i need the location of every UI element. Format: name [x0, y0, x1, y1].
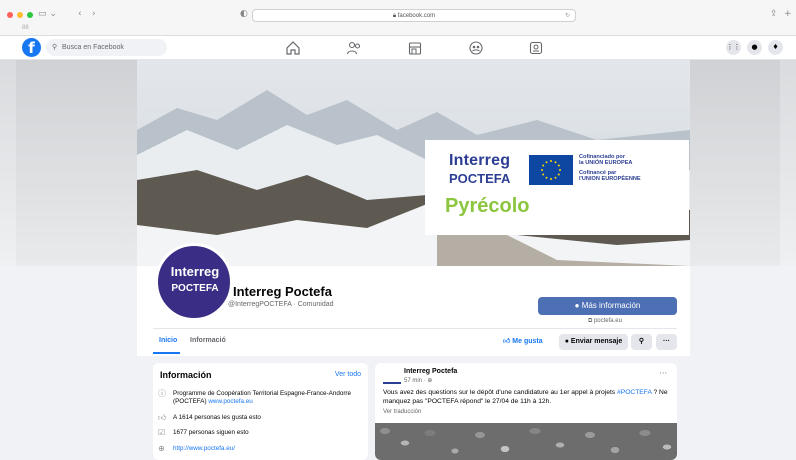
followers-count: 1677 personas siguen esto — [173, 429, 249, 436]
page-handle: @InterregPOCTEFA · Comunidad — [228, 301, 334, 308]
search-icon: ⚲ — [638, 338, 645, 345]
post-options-icon[interactable]: ··· — [659, 369, 667, 378]
gaming-icon[interactable] — [528, 40, 544, 56]
like-label: Me gusta — [512, 338, 543, 345]
tab-label: 88 — [22, 25, 29, 31]
likes-count: A 1614 personas les gusta esto — [173, 414, 261, 421]
privacy-shield-icon[interactable]: ◐ — [240, 9, 248, 19]
back-icon[interactable]: ‹ — [78, 9, 82, 19]
search-page-button[interactable]: ⚲ — [631, 334, 652, 350]
active-tab-indicator — [153, 352, 180, 354]
forward-icon[interactable]: › — [92, 9, 96, 19]
more-info-label: Más información — [581, 301, 641, 310]
interreg-banner: Interreg POCTEFA Cofinanciado por la UNI… — [425, 140, 689, 235]
thumbs-up-icon: 👍︎ — [503, 338, 511, 345]
cover-area: Interreg POCTEFA Cofinanciado por la UNI… — [0, 60, 796, 266]
avatar-text-poctefa: POCTEFA — [171, 283, 219, 294]
header-divider — [153, 328, 677, 329]
like-page-button[interactable]: 👍︎ Me gusta — [499, 334, 556, 350]
follow-check-icon: ☑ — [158, 428, 166, 437]
information-title: Información — [160, 370, 212, 380]
website-label: poctefa.eu — [593, 318, 622, 324]
tab-inicio[interactable]: Inicio — [159, 337, 177, 344]
grid-menu-icon[interactable]: ⋮⋮ — [726, 40, 741, 55]
post-timestamp[interactable]: 57 min · ⊕ — [404, 377, 432, 384]
window-controls — [7, 12, 33, 18]
post-author[interactable]: Interreg Poctefa — [404, 368, 457, 375]
new-tab-icon[interactable]: + — [784, 9, 792, 19]
search-input[interactable]: ⚲ Busca en Facebook — [46, 39, 167, 56]
bell-icon[interactable]: ♦ — [768, 40, 783, 55]
address-bar[interactable]: 🔒︎ facebook.com ↻ — [252, 9, 576, 22]
post-card: Interreg Poctefa 57 min · ⊕ ··· Vous ave… — [375, 363, 677, 460]
globe-icon: ⊕ — [427, 378, 433, 384]
thumbs-up-icon: 👍︎ — [158, 413, 167, 422]
friends-icon[interactable] — [346, 40, 362, 56]
eu-flag-icon — [529, 155, 573, 185]
eu-cofinance-fr-2: l'UNION EUROPÉENNE — [579, 176, 641, 182]
marketplace-icon[interactable] — [407, 40, 423, 56]
info-description: Programme de Coopération Territorial Esp… — [173, 390, 352, 405]
messenger-icon[interactable]: ● — [747, 40, 762, 55]
send-message-label: Enviar mensaje — [570, 338, 623, 345]
messenger-small-icon: ● — [564, 338, 569, 345]
cover-blur-right — [690, 60, 780, 266]
search-icon: ⚲ — [52, 44, 58, 51]
post-hashtag[interactable]: #POCTEFA — [617, 389, 652, 396]
facebook-logo-icon[interactable]: f — [22, 38, 41, 57]
browser-toolbar: ▭ ⌄ ‹ › ◐ 🔒︎ facebook.com ↻ ⇪ + 88 — [0, 0, 796, 36]
address-text: facebook.com — [397, 13, 436, 19]
see-translation-link[interactable]: Ver traducción — [383, 409, 421, 415]
avatar-text-interreg: Interreg — [170, 264, 220, 279]
more-info-button[interactable]: ● Más información — [538, 297, 677, 315]
close-window-button[interactable] — [7, 12, 13, 18]
website-link[interactable]: ⧉ poctefa.eu — [588, 318, 622, 325]
more-options-button[interactable]: ··· — [656, 334, 677, 350]
more-dots-icon: ··· — [663, 338, 670, 345]
page-avatar[interactable]: Interreg POCTEFA — [155, 243, 233, 321]
page-title: Interreg Poctefa — [233, 284, 332, 299]
information-card: Información Ver todo ⓘ Programme de Coop… — [153, 363, 368, 460]
post-author-avatar[interactable] — [383, 370, 401, 384]
project-name: Pyrécolo — [445, 195, 530, 217]
post-image[interactable] — [375, 423, 677, 460]
post-body: Vous avez des questions sur le dépôt d'u… — [383, 388, 673, 406]
description-link[interactable]: www.poctefa.eu — [208, 398, 252, 405]
groups-icon[interactable] — [468, 40, 484, 56]
maximize-window-button[interactable] — [27, 12, 33, 18]
info-circle-icon: ⓘ — [158, 389, 166, 398]
reload-icon[interactable]: ↻ — [565, 10, 570, 22]
poctefa-brand-text: POCTEFA — [449, 171, 511, 186]
search-placeholder: Busca en Facebook — [62, 44, 124, 51]
cover-photo[interactable]: Interreg POCTEFA Cofinanciado por la UNI… — [137, 60, 690, 266]
see-all-link[interactable]: Ver todo — [335, 371, 361, 378]
post-text-part1: Vous avez des questions sur le dépôt d'u… — [383, 389, 618, 396]
info-website-link[interactable]: http://www.poctefa.eu/ — [173, 445, 353, 453]
facebook-topbar: f ⚲ Busca en Facebook ⋮⋮ ● ♦ — [0, 36, 796, 60]
eu-cofinance-es-2: la UNIÓN EUROPEA — [579, 160, 633, 166]
send-message-button[interactable]: ● Enviar mensaje — [559, 334, 628, 350]
globe-icon: ⊕ — [158, 444, 165, 453]
sidebar-toggle-icon[interactable]: ▭ ⌄ — [38, 9, 57, 19]
tab-informacion[interactable]: Informació — [190, 337, 226, 344]
minimize-window-button[interactable] — [17, 12, 23, 18]
home-icon[interactable] — [285, 40, 301, 56]
share-icon[interactable]: ⇪ — [770, 9, 778, 19]
info-icon: ● — [574, 301, 580, 310]
post-time-text: 57 min · — [404, 378, 428, 384]
cover-blur-left — [16, 60, 137, 266]
interreg-brand-text: Interreg — [449, 152, 511, 169]
